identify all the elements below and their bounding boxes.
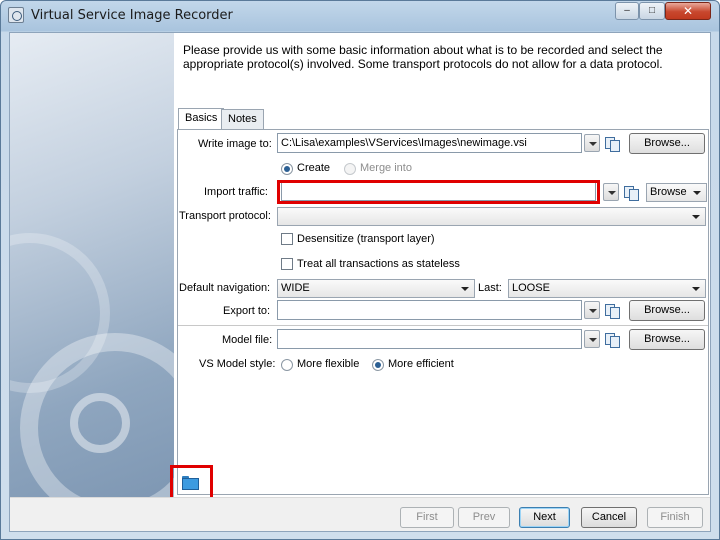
tab-basics[interactable]: Basics [178,108,225,130]
transport-protocol-select[interactable] [277,207,706,226]
finish-button[interactable]: Finish [647,507,703,528]
first-button[interactable]: First [400,507,454,528]
cancel-button[interactable]: Cancel [581,507,637,528]
transport-protocol-label: Transport protocol: [179,210,271,222]
chevron-down-icon [692,287,700,291]
side-banner-image [10,33,174,497]
stateless-label: Treat all transactions as stateless [297,258,460,270]
prev-button[interactable]: Prev [458,507,510,528]
more-flexible-label: More flexible [297,358,360,370]
last-label: Last: [478,282,502,294]
default-navigation-select[interactable]: WIDE [277,279,475,298]
model-file-label: Model file: [222,334,273,346]
highlight-box [277,180,600,204]
dialog-client-area: Please provide us with some basic inform… [9,32,711,532]
chevron-down-icon [693,191,701,195]
export-to-label: Export to: [223,305,271,317]
export-to-field[interactable] [277,300,582,320]
section-divider [178,325,708,326]
model-file-field[interactable] [277,329,582,349]
banner-swirl [70,393,130,453]
more-flexible-radio[interactable] [281,359,293,371]
app-icon [8,7,24,23]
more-efficient-label: More efficient [388,358,454,370]
merge-into-radio[interactable] [344,163,356,175]
title-bar[interactable]: Virtual Service Image Recorder – □ ✕ [1,1,719,31]
tab-notes[interactable]: Notes [221,109,264,129]
create-radio[interactable] [281,163,293,175]
next-button[interactable]: Next [519,507,570,528]
export-to-history-dropdown[interactable] [584,301,600,319]
create-label: Create [297,162,331,174]
more-efficient-radio[interactable] [372,359,384,371]
recorder-window: Virtual Service Image Recorder – □ ✕ Ple… [0,0,720,540]
stateless-checkbox[interactable] [281,258,293,270]
wizard-footer: First Prev Next Cancel Finish [10,497,710,531]
chevron-down-icon [461,287,469,291]
write-image-browse-button[interactable]: Browse... [629,133,705,154]
model-file-browse-button[interactable]: Browse... [629,329,705,350]
minimize-button[interactable]: – [615,2,639,20]
copy-path-icon[interactable] [605,137,620,152]
import-traffic-label: Import traffic: [204,186,268,198]
maximize-button[interactable]: □ [639,2,665,20]
last-select[interactable]: LOOSE [508,279,706,298]
default-navigation-value: WIDE [281,282,310,294]
import-traffic-browse-button[interactable]: Browse [646,183,707,202]
write-image-history-dropdown[interactable] [584,134,600,152]
last-value: LOOSE [512,282,550,294]
merge-into-label: Merge into [360,162,412,174]
close-button[interactable]: ✕ [665,2,711,20]
intro-text: Please provide us with some basic inform… [183,43,663,71]
vs-model-style-label: VS Model style: [199,358,276,370]
copy-path-icon[interactable] [624,186,639,201]
browse-label: Browse [650,186,687,198]
copy-path-icon[interactable] [605,333,620,348]
export-to-browse-button[interactable]: Browse... [629,300,705,321]
chevron-down-icon [692,215,700,219]
copy-path-icon[interactable] [605,304,620,319]
write-image-field[interactable]: C:\Lisa\examples\VServices\Images\newima… [277,133,582,153]
model-file-history-dropdown[interactable] [584,330,600,348]
window-title: Virtual Service Image Recorder [31,8,233,23]
desensitize-label: Desensitize (transport layer) [297,233,435,245]
default-navigation-label: Default navigation: [179,282,271,294]
import-traffic-history-dropdown[interactable] [603,183,619,201]
write-image-label: Write image to: [198,138,272,150]
desensitize-checkbox[interactable] [281,233,293,245]
